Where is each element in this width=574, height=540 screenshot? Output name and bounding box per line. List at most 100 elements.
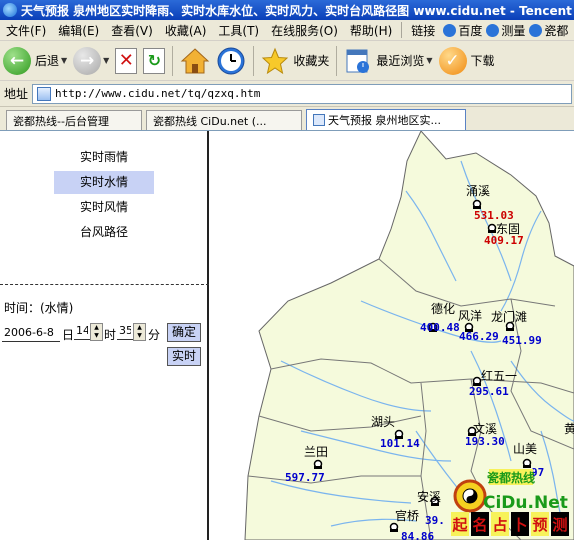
partial-station-label: 黄 — [564, 422, 574, 436]
link-measure-label: 测量 — [501, 23, 526, 38]
forward-arrow-icon: → — [73, 46, 102, 75]
logo-char: 名 — [472, 516, 487, 534]
station-value: 451.99 — [502, 334, 542, 347]
logo-char: 占 — [492, 516, 507, 534]
logo-char: 卜 — [512, 516, 527, 534]
confirm-button[interactable]: 确定 — [167, 323, 201, 342]
hour-input[interactable] — [74, 322, 90, 340]
station-marker-icon — [487, 223, 497, 233]
toolbar-separator — [172, 45, 174, 76]
station-name: 山美 — [513, 442, 537, 456]
left-panel: 实时雨情 实时水情 实时风情 台风路径 时间：(水情) 日 ▲▼ 时 ▲▼ 分 … — [0, 131, 209, 540]
menu-bar: 文件(F) 编辑(E) 查看(V) 收藏(A) 工具(T) 在线服务(O) 帮助… — [0, 20, 574, 41]
page-icon — [529, 23, 543, 37]
history-button[interactable] — [213, 43, 249, 79]
address-url: http://www.cidu.net/tq/qzxq.htm — [55, 87, 261, 100]
hour-stepper[interactable]: ▲ ▼ — [90, 323, 103, 341]
chevron-down-icon[interactable]: ▼ — [426, 56, 432, 65]
favorites-button[interactable]: 收藏夹 — [258, 43, 332, 79]
page-icon — [443, 23, 457, 37]
tab-cidu[interactable]: 瓷都热线 CiDu.net (... — [146, 110, 302, 130]
refresh-button[interactable]: ↻ — [140, 43, 168, 79]
link-cidu[interactable]: 瓷都 — [527, 22, 570, 39]
nav-water-level-label: 实时水情 — [80, 175, 129, 189]
minute-unit: 分 — [148, 328, 161, 342]
tab-bar: 瓷都热线--后台管理 瓷都热线 CiDu.net (... 天气预报 泉州地区实… — [0, 107, 574, 131]
menu-favorites[interactable]: 收藏(A) — [159, 22, 213, 39]
minute-input[interactable] — [117, 322, 133, 340]
address-label: 地址 — [4, 87, 29, 101]
station-value: 400.48 — [420, 321, 460, 334]
quanzhou-map: 涌溪531.03东固409.17德化400.48风洋466.29龙门滩451.9… — [244, 131, 574, 540]
link-baidu[interactable]: 百度 — [441, 22, 484, 39]
stop-icon: ✕ — [115, 47, 138, 74]
tab-cidu-label: 瓷都热线 CiDu.net (... — [153, 115, 267, 128]
logo-top-text: 瓷都热线 — [487, 470, 535, 485]
recent-pages-icon — [346, 49, 370, 73]
station-marker-icon — [389, 522, 399, 532]
link-cidu-label: 瓷都 — [544, 23, 569, 38]
nav-water-level[interactable]: 实时水情 — [54, 171, 154, 194]
station-name: 红五一 — [481, 368, 517, 383]
station-name: 安溪 — [417, 489, 441, 504]
nav-wind-label: 实时风情 — [80, 200, 129, 214]
tab-weather-label: 天气预报 泉州地区实... — [328, 114, 441, 127]
day-unit: 日 — [62, 328, 75, 342]
nav-typhoon-label: 台风路径 — [80, 225, 129, 239]
station-value: 193.30 — [465, 435, 505, 448]
nav-wind[interactable]: 实时风情 — [54, 196, 154, 219]
nav-typhoon[interactable]: 台风路径 — [54, 221, 154, 244]
back-label: 后退 — [35, 54, 60, 68]
address-bar: 地址 http://www.cidu.net/tq/qzxq.htm — [0, 81, 574, 107]
clock-icon — [217, 47, 245, 74]
page-icon — [37, 86, 52, 101]
chevron-down-icon[interactable]: ▼ — [61, 56, 67, 65]
links-label: 链接 — [411, 23, 436, 38]
back-button[interactable]: ← 后退 ▼ — [0, 43, 70, 79]
station-name: 兰田 — [304, 445, 328, 459]
link-measure[interactable]: 测量 — [484, 22, 527, 39]
toolbar: ← 后退 ▼ → ▼ ✕ ↻ 收藏夹 最近浏览 ▼ ✓ 下载 — [0, 41, 574, 81]
menu-file[interactable]: 文件(F) — [0, 22, 52, 39]
minute-stepper[interactable]: ▲ ▼ — [133, 323, 146, 341]
menu-edit[interactable]: 编辑(E) — [52, 22, 105, 39]
back-arrow-icon: ← — [3, 46, 31, 75]
menu-help[interactable]: 帮助(H) — [344, 22, 398, 39]
favorites-label: 收藏夹 — [293, 54, 330, 68]
station-name: 涌溪 — [466, 184, 490, 198]
recent-label: 最近浏览 — [376, 54, 425, 68]
title-bar: 天气预报 泉州地区实时降雨、实时水库水位、实时风力、实时台风路径图 www.ci… — [0, 0, 574, 20]
station-value: 597.77 — [285, 471, 325, 484]
stop-button[interactable]: ✕ — [112, 43, 140, 79]
tab-admin[interactable]: 瓷都热线--后台管理 — [6, 110, 142, 130]
chevron-down-icon[interactable]: ▼ — [103, 56, 109, 65]
station-name: 湖头 — [371, 414, 395, 429]
menu-view[interactable]: 查看(V) — [105, 22, 159, 39]
tab-weather[interactable]: 天气预报 泉州地区实... — [306, 109, 466, 130]
home-button[interactable] — [177, 43, 213, 79]
logo-char: 预 — [532, 516, 547, 534]
station-marker-icon — [522, 458, 532, 468]
link-baidu-label: 百度 — [458, 23, 483, 38]
station-value: 409.17 — [484, 234, 524, 247]
menu-separator — [401, 22, 403, 38]
window-title: 天气预报 泉州地区实时降雨、实时水库水位、实时风力、实时台风路径图 www.ci… — [21, 3, 572, 18]
logo-char: 起 — [451, 516, 468, 534]
star-icon — [262, 47, 289, 74]
logo-char: 测 — [552, 516, 567, 534]
browser-logo-icon — [3, 3, 17, 17]
address-input[interactable]: http://www.cidu.net/tq/qzxq.htm — [32, 83, 572, 104]
menu-online-services[interactable]: 在线服务(O) — [265, 22, 344, 39]
download-button[interactable]: ✓ 下载 — [436, 43, 498, 79]
recent-button[interactable]: 最近浏览 ▼ — [341, 43, 435, 79]
map-panel: 涌溪 531.03 东固 409.17 德化 400.48 风洋 466.29 龙门滩 451.9… — [211, 131, 574, 540]
tab-admin-label: 瓷都热线--后台管理 — [13, 115, 109, 128]
station-value: 84.86 — [401, 530, 434, 540]
menu-tools[interactable]: 工具(T) — [212, 22, 265, 39]
station-value: 466.29 — [459, 330, 499, 343]
forward-button[interactable]: → ▼ — [70, 43, 112, 79]
nav-rainfall[interactable]: 实时雨情 — [54, 146, 154, 169]
realtime-button[interactable]: 实时 — [167, 347, 201, 366]
divider — [0, 284, 209, 285]
date-input[interactable] — [2, 324, 60, 342]
